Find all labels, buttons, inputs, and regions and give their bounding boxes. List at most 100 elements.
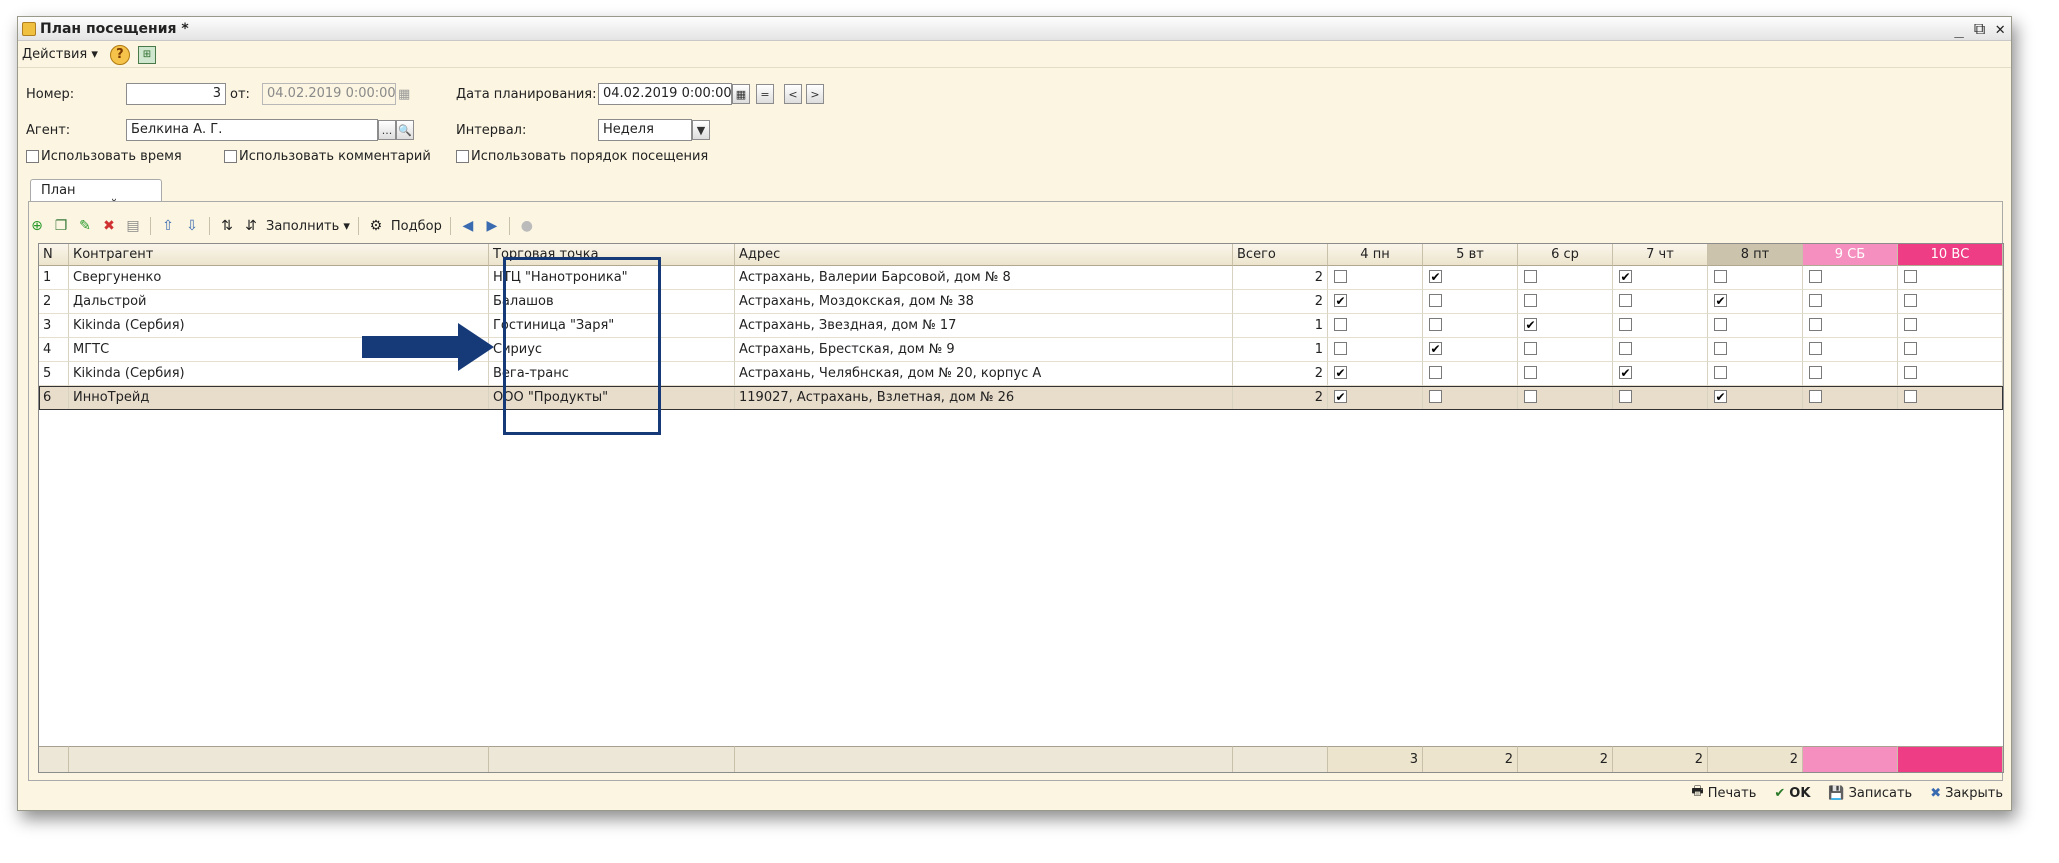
cell-address[interactable]: Астрахань, Челябнская, дом № 20, корпус …: [735, 362, 1233, 386]
cell-address[interactable]: Астрахань, Брестская, дом № 9: [735, 338, 1233, 362]
day-checkbox[interactable]: [1334, 318, 1347, 331]
cell-day-check[interactable]: ✔: [1708, 386, 1803, 410]
cell-day-check[interactable]: [1518, 266, 1613, 290]
use-time-checkbox[interactable]: Использовать время: [26, 149, 182, 164]
cell-day-check[interactable]: [1423, 386, 1518, 410]
day-checkbox[interactable]: [1904, 366, 1917, 379]
cell-address[interactable]: 119027, Астрахань, Взлетная, дом № 26: [735, 386, 1233, 410]
structure-icon[interactable]: ⊞: [137, 45, 156, 64]
agent-field[interactable]: Белкина А. Г.: [126, 119, 378, 141]
day-checkbox[interactable]: [1524, 294, 1537, 307]
cell-total[interactable]: 2: [1233, 362, 1328, 386]
day-checkbox[interactable]: [1904, 390, 1917, 403]
cell-day-check[interactable]: [1708, 338, 1803, 362]
cell-day-check[interactable]: [1328, 314, 1423, 338]
day-checkbox[interactable]: [1429, 294, 1442, 307]
cell-day-check[interactable]: [1708, 314, 1803, 338]
cell-total[interactable]: 2: [1233, 290, 1328, 314]
col-day-4[interactable]: 7 чт: [1613, 244, 1708, 266]
cell-day-check[interactable]: [1898, 338, 2003, 362]
cell-total[interactable]: 1: [1233, 338, 1328, 362]
number-field[interactable]: 3: [126, 83, 226, 105]
day-checkbox[interactable]: [1809, 366, 1822, 379]
cell-day-check[interactable]: [1328, 338, 1423, 362]
arrow-left-icon[interactable]: ◀: [459, 217, 477, 235]
sort-asc-icon[interactable]: ⇅: [218, 217, 236, 235]
fill-button[interactable]: Заполнить ▾: [266, 219, 350, 234]
cell-n[interactable]: 4: [39, 338, 69, 362]
day-checkbox[interactable]: [1334, 270, 1347, 283]
select-button[interactable]: Подбор: [391, 219, 442, 234]
cell-day-check[interactable]: [1898, 362, 2003, 386]
cell-day-check[interactable]: [1803, 386, 1898, 410]
col-day-7[interactable]: 10 ВС: [1898, 244, 2003, 266]
cell-day-check[interactable]: [1423, 362, 1518, 386]
cell-day-check[interactable]: [1803, 338, 1898, 362]
cell-total[interactable]: 2: [1233, 386, 1328, 410]
cell-day-check[interactable]: [1613, 338, 1708, 362]
cell-day-check[interactable]: [1803, 290, 1898, 314]
day-checkbox[interactable]: [1714, 366, 1727, 379]
cell-n[interactable]: 1: [39, 266, 69, 290]
day-checkbox[interactable]: [1524, 390, 1537, 403]
move-up-icon[interactable]: ⇧: [159, 217, 177, 235]
cell-day-check[interactable]: [1518, 338, 1613, 362]
day-checkbox[interactable]: [1714, 318, 1727, 331]
cell-day-check[interactable]: [1423, 290, 1518, 314]
cell-address[interactable]: Астрахань, Моздокская, дом № 38: [735, 290, 1233, 314]
cell-day-check[interactable]: ✔: [1613, 266, 1708, 290]
cell-day-check[interactable]: [1328, 266, 1423, 290]
day-checkbox[interactable]: ✔: [1524, 318, 1537, 331]
cell-n[interactable]: 6: [39, 386, 69, 410]
cell-agent[interactable]: ИнноТрейд: [69, 386, 489, 410]
day-checkbox[interactable]: ✔: [1334, 390, 1347, 403]
day-checkbox[interactable]: [1429, 366, 1442, 379]
day-checkbox[interactable]: [1334, 342, 1347, 355]
col-day-3[interactable]: 6 ср: [1518, 244, 1613, 266]
day-checkbox[interactable]: ✔: [1334, 366, 1347, 379]
copy-icon[interactable]: ❐: [52, 217, 70, 235]
day-checkbox[interactable]: ✔: [1619, 366, 1632, 379]
cell-day-check[interactable]: ✔: [1328, 290, 1423, 314]
cell-day-check[interactable]: [1518, 386, 1613, 410]
cell-address[interactable]: Астрахань, Звездная, дом № 17: [735, 314, 1233, 338]
day-checkbox[interactable]: [1619, 342, 1632, 355]
cell-day-check[interactable]: [1423, 314, 1518, 338]
col-day-2[interactable]: 5 вт: [1423, 244, 1518, 266]
col-day-1[interactable]: 4 пн: [1328, 244, 1423, 266]
day-checkbox[interactable]: [1429, 318, 1442, 331]
day-checkbox[interactable]: [1714, 342, 1727, 355]
cell-agent[interactable]: Свергуненко: [69, 266, 489, 290]
day-checkbox[interactable]: ✔: [1334, 294, 1347, 307]
day-checkbox[interactable]: [1904, 318, 1917, 331]
day-checkbox[interactable]: [1619, 294, 1632, 307]
cell-day-check[interactable]: [1898, 314, 2003, 338]
ok-button[interactable]: ✔ OK: [1774, 786, 1810, 801]
use-comment-checkbox[interactable]: Использовать комментарий: [224, 149, 431, 164]
day-checkbox[interactable]: [1429, 390, 1442, 403]
sort-desc-icon[interactable]: ⇵: [242, 217, 260, 235]
agent-select-button[interactable]: ...: [378, 120, 396, 140]
col-n[interactable]: N: [39, 244, 69, 266]
move-down-icon[interactable]: ⇩: [183, 217, 201, 235]
cell-day-check[interactable]: [1898, 386, 2003, 410]
day-checkbox[interactable]: ✔: [1429, 342, 1442, 355]
day-checkbox[interactable]: [1714, 270, 1727, 283]
cell-day-check[interactable]: ✔: [1423, 266, 1518, 290]
cell-day-check[interactable]: ✔: [1423, 338, 1518, 362]
cell-agent[interactable]: Дальстрой: [69, 290, 489, 314]
col-day-6[interactable]: 9 СБ: [1803, 244, 1898, 266]
cell-day-check[interactable]: [1613, 386, 1708, 410]
cell-address[interactable]: Астрахань, Валерии Барсовой, дом № 8: [735, 266, 1233, 290]
edit-icon[interactable]: ✎: [76, 217, 94, 235]
cell-day-check[interactable]: [1803, 314, 1898, 338]
tab-visit-plan[interactable]: План посещений: [30, 179, 162, 213]
actions-menu[interactable]: Действия ▾: [22, 47, 98, 62]
day-checkbox[interactable]: [1809, 294, 1822, 307]
col-total[interactable]: Всего: [1233, 244, 1328, 266]
calendar-button[interactable]: ▦: [732, 84, 750, 104]
day-checkbox[interactable]: ✔: [1619, 270, 1632, 283]
next-date-button[interactable]: >: [806, 84, 824, 104]
cell-day-check[interactable]: ✔: [1518, 314, 1613, 338]
col-day-5[interactable]: 8 пт: [1708, 244, 1803, 266]
